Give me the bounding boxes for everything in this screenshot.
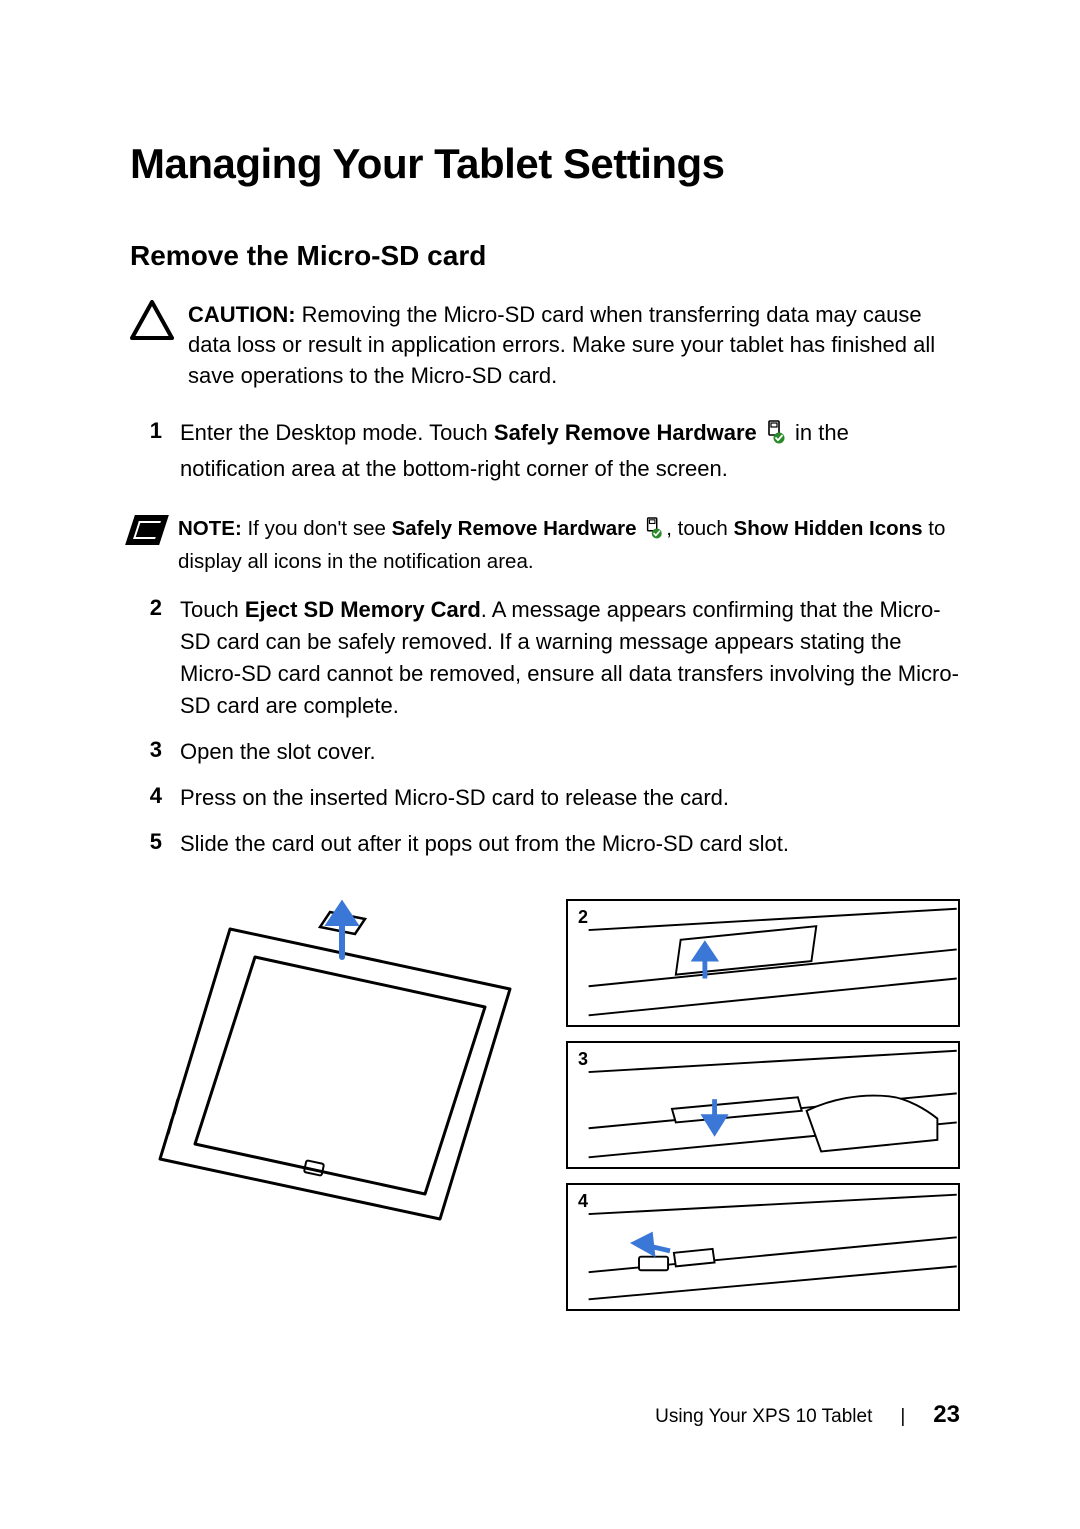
step-1: 1 Enter the Desktop mode. Touch Safely R…	[130, 417, 960, 485]
step-number: 2	[130, 594, 162, 722]
figure-panel-2: 2	[566, 899, 960, 1027]
panel-label: 3	[578, 1049, 588, 1070]
note-text: NOTE: If you don't see Safely Remove Har…	[178, 515, 960, 576]
step-number: 5	[130, 828, 162, 860]
page-title: Managing Your Tablet Settings	[130, 140, 960, 188]
safely-remove-hardware-icon	[765, 420, 787, 453]
step-body: Open the slot cover.	[180, 736, 960, 768]
step-body: Enter the Desktop mode. Touch Safely Rem…	[180, 417, 960, 485]
step-body: Touch Eject SD Memory Card. A message ap…	[180, 594, 960, 722]
section-subtitle: Remove the Micro-SD card	[130, 240, 960, 272]
note-label: NOTE:	[178, 517, 242, 540]
caution-block: CAUTION: Removing the Micro-SD card when…	[130, 300, 960, 391]
steps-list: 1 Enter the Desktop mode. Touch Safely R…	[130, 417, 960, 485]
text: If you don't see	[242, 517, 392, 540]
note-icon	[125, 515, 169, 545]
step-3: 3 Open the slot cover.	[130, 736, 960, 768]
safely-remove-hardware-label: Safely Remove Hardware	[494, 420, 757, 445]
step-2: 2 Touch Eject SD Memory Card. A message …	[130, 594, 960, 722]
step-number: 4	[130, 782, 162, 814]
panel-label: 4	[578, 1191, 588, 1212]
figures-row: 2 3	[130, 899, 960, 1311]
caution-label: CAUTION:	[188, 302, 296, 327]
note-block: NOTE: If you don't see Safely Remove Har…	[130, 515, 960, 576]
footer-separator: |	[900, 1406, 905, 1428]
step-5: 5 Slide the card out after it pops out f…	[130, 828, 960, 860]
step-4: 4 Press on the inserted Micro-SD card to…	[130, 782, 960, 814]
step-number: 1	[130, 417, 162, 485]
step-number: 3	[130, 736, 162, 768]
page-footer: Using Your XPS 10 Tablet | 23	[655, 1401, 960, 1429]
text: Enter the Desktop mode. Touch	[180, 420, 494, 445]
eject-sd-label: Eject SD Memory Card	[245, 597, 481, 622]
footer-section: Using Your XPS 10 Tablet	[655, 1406, 872, 1428]
caution-body: Removing the Micro-SD card when transfer…	[188, 302, 935, 388]
step-body: Press on the inserted Micro-SD card to r…	[180, 782, 960, 814]
figure-panel-3: 3	[566, 1041, 960, 1169]
caution-text: CAUTION: Removing the Micro-SD card when…	[188, 300, 960, 391]
panel-label: 2	[578, 907, 588, 928]
show-hidden-icons-label: Show Hidden Icons	[734, 517, 923, 540]
steps-list-cont: 2 Touch Eject SD Memory Card. A message …	[130, 594, 960, 859]
safely-remove-hardware-label: Safely Remove Hardware	[392, 517, 637, 540]
text: , touch	[666, 517, 733, 540]
caution-icon	[130, 300, 174, 340]
text: Touch	[180, 597, 245, 622]
figure-tablet	[150, 899, 530, 1311]
safely-remove-hardware-icon	[644, 517, 664, 548]
step-body: Slide the card out after it pops out fro…	[180, 828, 960, 860]
figure-panel-4: 4	[566, 1183, 960, 1311]
footer-page-number: 23	[933, 1401, 960, 1429]
